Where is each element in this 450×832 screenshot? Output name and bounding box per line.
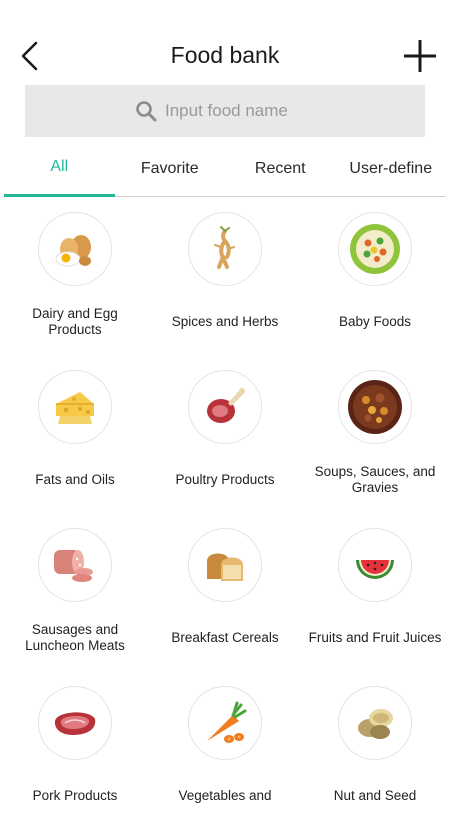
- category-icon-circle: [338, 528, 412, 602]
- category-label: Sausages and Luncheon Meats: [25, 622, 125, 653]
- tab-recent[interactable]: Recent: [225, 148, 336, 196]
- raw-meat-icon: [54, 712, 96, 735]
- category-icon-circle: [338, 686, 412, 760]
- category-nut-and-seed[interactable]: Nut and Seed: [300, 674, 450, 832]
- category-poultry-products[interactable]: Poultry Products: [150, 358, 300, 516]
- category-label: Soups, Sauces, and Gravies: [314, 464, 436, 495]
- add-food-button[interactable]: [402, 38, 438, 74]
- status-bar: [0, 0, 450, 24]
- watermelon-icon: [356, 560, 394, 579]
- category-fats-and-oils[interactable]: Fats and Oils: [0, 358, 150, 516]
- food-category-grid: Dairy and Egg Products Spices and Herbs: [0, 200, 450, 832]
- plus-icon: [404, 40, 436, 72]
- category-icon-circle: [38, 370, 112, 444]
- category-label: Pork Products: [32, 788, 118, 803]
- category-tabs: All Favorite Recent User-define: [4, 148, 446, 197]
- category-spices-and-herbs[interactable]: Spices and Herbs: [150, 200, 300, 358]
- category-icon-circle: [338, 370, 412, 444]
- category-dairy-and-egg[interactable]: Dairy and Egg Products: [0, 200, 150, 358]
- category-icon-circle: [38, 686, 112, 760]
- category-vegetables[interactable]: Vegetables and: [150, 674, 300, 832]
- ham-leg-icon: [207, 388, 245, 423]
- carrot-icon: [207, 701, 247, 743]
- category-icon-circle: [338, 212, 412, 286]
- category-label: Vegetables and: [178, 788, 272, 803]
- category-icon-circle: [38, 528, 112, 602]
- category-icon-circle: [188, 686, 262, 760]
- category-sausages-luncheon-meats[interactable]: Sausages and Luncheon Meats: [0, 516, 150, 674]
- category-baby-foods[interactable]: Baby Foods: [300, 200, 450, 358]
- search-input[interactable]: [165, 101, 315, 121]
- category-icon-circle: [38, 212, 112, 286]
- category-pork-products[interactable]: Pork Products: [0, 674, 150, 832]
- category-label: Spices and Herbs: [171, 314, 279, 329]
- category-label: Baby Foods: [338, 314, 412, 329]
- cheese-icon: [56, 392, 94, 424]
- category-icon-circle: [188, 212, 262, 286]
- tab-user-define[interactable]: User-define: [336, 148, 447, 196]
- page-title: Food bank: [170, 42, 280, 68]
- category-label: Dairy and Egg Products: [32, 306, 118, 337]
- category-label: Breakfast Cereals: [171, 630, 279, 645]
- search-icon: [136, 101, 157, 122]
- category-label: Nut and Seed: [333, 788, 417, 803]
- baby-food-plate-icon: [350, 224, 400, 274]
- stew-bowl-icon: [348, 380, 402, 434]
- category-icon-circle: [188, 370, 262, 444]
- category-label: Poultry Products: [175, 472, 275, 487]
- search-bar[interactable]: [25, 85, 425, 137]
- category-soups-sauces-gravies[interactable]: Soups, Sauces, and Gravies: [300, 358, 450, 516]
- category-label: Fruits and Fruit Juices: [308, 630, 442, 645]
- app-header: Food bank: [0, 24, 450, 88]
- category-fruits-and-juices[interactable]: Fruits and Fruit Juices: [300, 516, 450, 674]
- tab-favorite[interactable]: Favorite: [115, 148, 226, 196]
- category-breakfast-cereals[interactable]: Breakfast Cereals: [150, 516, 300, 674]
- nuts-icon: [358, 709, 393, 739]
- eggs-icon: [55, 235, 91, 267]
- category-icon-circle: [188, 528, 262, 602]
- ginseng-root-icon: [214, 226, 235, 269]
- sausage-icon: [54, 550, 93, 582]
- category-label: Fats and Oils: [35, 472, 115, 487]
- tab-all[interactable]: All: [4, 148, 115, 197]
- bread-loaf-icon: [207, 553, 243, 581]
